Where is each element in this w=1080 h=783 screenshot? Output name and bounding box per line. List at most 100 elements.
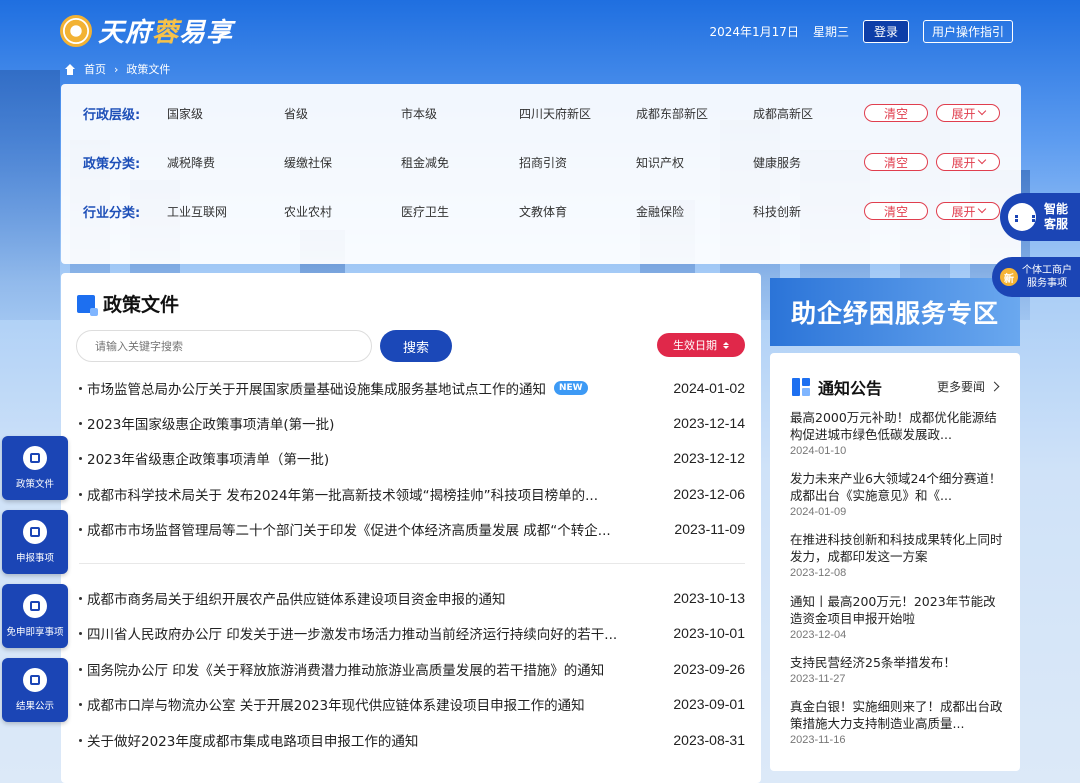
bullet-icon: [79, 386, 82, 390]
policy-list-header: 政策文件: [77, 290, 179, 317]
policy-row[interactable]: 2023年国家级惠企政策事项清单(第一批) 2023-12-14: [79, 411, 745, 435]
expand-button[interactable]: 展开: [936, 153, 1000, 171]
expand-label: 展开: [951, 106, 976, 121]
user-guide-button[interactable]: 用户操作指引: [922, 20, 1013, 43]
left-nav-results-publicity[interactable]: 结果公示: [2, 658, 68, 722]
policy-title[interactable]: 市场监管总局办公厅关于开展国家质量基础设施集成服务基地试点工作的通知: [87, 378, 546, 398]
search-input[interactable]: [76, 330, 372, 362]
more-news-link[interactable]: 更多要闻: [937, 378, 1000, 395]
chat-bubble-icon: [1008, 203, 1036, 231]
notice-item[interactable]: 通知丨最高200万元！2023年节能改造资金项目申报开始啦 2023-12-04: [790, 593, 1005, 641]
notice-title: 通知公告: [818, 379, 883, 398]
notice-item[interactable]: 最高2000万元补助！成都优化能源结构促进城市绿色低碳发展政... 2024-0…: [790, 409, 1005, 457]
policy-title[interactable]: 成都市市场监督管理局等二十个部门关于印发《促进个体经济高质量发展 成都“个转企.…: [87, 519, 611, 539]
expand-button[interactable]: 展开: [936, 104, 1000, 122]
clear-button[interactable]: 清空: [864, 202, 928, 220]
clear-button[interactable]: 清空: [864, 104, 928, 122]
filter-option[interactable]: 科技创新: [753, 203, 801, 220]
chevron-down-icon: [977, 106, 986, 116]
notice-item-date: 2023-11-16: [790, 734, 846, 746]
filter-option[interactable]: 缓缴社保: [284, 154, 332, 171]
login-button[interactable]: 登录: [862, 20, 909, 43]
policy-title[interactable]: 成都市商务局关于组织开展农产品供应链体系建设项目资金申报的通知: [87, 588, 506, 608]
notice-item[interactable]: 在推进科技创新和科技成果转化上同时发力，成都印发这一方案 2023-12-08: [790, 531, 1005, 579]
policy-row[interactable]: 四川省人民政府办公厅 印发关于进一步激发市场活力推动当前经济运行持续向好的若干.…: [79, 621, 745, 645]
filter-option[interactable]: 成都东部新区: [636, 105, 708, 122]
notice-item-title[interactable]: 发力未来产业6大领域24个细分赛道！成都出台《实施意见》和《...: [790, 470, 1005, 504]
filter-panel: 行政层级: 国家级 省级 市本级 四川天府新区 成都东部新区 成都高新区 清空 …: [61, 84, 1021, 264]
clear-button[interactable]: 清空: [864, 153, 928, 171]
breadcrumb-home[interactable]: 首页: [84, 61, 106, 77]
left-nav-policy-files[interactable]: 政策文件: [2, 436, 68, 500]
filter-option[interactable]: 市本级: [401, 105, 437, 122]
bullet-icon: [79, 738, 82, 742]
policy-title[interactable]: 2023年省级惠企政策事项清单（第一批): [87, 448, 329, 468]
smart-customer-service-button[interactable]: 智能 客服: [1000, 193, 1080, 241]
notice-item-date: 2023-11-27: [790, 673, 846, 685]
filter-option[interactable]: 租金减免: [401, 154, 449, 171]
relief-service-banner[interactable]: 助企纾困服务专区: [770, 278, 1020, 346]
notice-item-date: 2024-01-09: [790, 506, 847, 518]
current-date: 2024年1月17日: [709, 25, 799, 39]
home-icon[interactable]: [64, 63, 76, 75]
filter-option[interactable]: 国家级: [167, 105, 203, 122]
policy-row[interactable]: 成都市口岸与物流办公室 关于开展2023年现代供应链体系建设项目申报工作的通知 …: [79, 692, 745, 716]
filter-option[interactable]: 医疗卫生: [401, 203, 449, 220]
sort-label: 生效日期: [673, 339, 717, 352]
site-header: 天府蓉易享 2024年1月17日 星期三 登录 用户操作指引: [0, 0, 1080, 60]
individual-business-label: 个体工商户 服务事项: [1022, 265, 1072, 289]
policy-title[interactable]: 国务院办公厅 印发《关于释放旅游消费潜力推动旅游业高质量发展的若干措施》的通知: [87, 659, 604, 679]
notice-item-title[interactable]: 在推进科技创新和科技成果转化上同时发力，成都印发这一方案: [790, 531, 1005, 565]
filter-option[interactable]: 文教体育: [519, 203, 567, 220]
notice-item-title[interactable]: 通知丨最高200万元！2023年节能改造资金项目申报开始啦: [790, 593, 1005, 627]
logo-mark-icon: [60, 14, 92, 47]
filter-option[interactable]: 四川天府新区: [519, 105, 591, 122]
policy-files-icon: [23, 446, 47, 470]
policy-title[interactable]: 2023年国家级惠企政策事项清单(第一批): [87, 413, 334, 433]
expand-button[interactable]: 展开: [936, 202, 1000, 220]
left-nav-label: 政策文件: [15, 479, 54, 490]
notice-item[interactable]: 真金白银！实施细则来了！成都出台政策措施大力支持制造业高质量... 2023-1…: [790, 698, 1005, 746]
policy-row[interactable]: 关于做好2023年度成都市集成电路项目申报工作的通知 2023-08-31: [79, 728, 745, 752]
individual-business-service-button[interactable]: 新 个体工商户 服务事项: [992, 257, 1080, 297]
search-button[interactable]: 搜索: [380, 330, 452, 362]
policy-row[interactable]: 成都市科学技术局关于 发布2024年第一批高新技术领域“揭榜挂帅”科技项目榜单的…: [79, 482, 745, 506]
policy-date: 2023-12-12: [673, 450, 745, 466]
breadcrumb: 首页 › 政策文件: [64, 61, 170, 77]
left-nav-application-items[interactable]: 申报事项: [2, 510, 68, 574]
filter-option[interactable]: 招商引资: [519, 154, 567, 171]
notice-item-title[interactable]: 支持民营经济25条举措发布！: [790, 654, 1005, 671]
exempt-items-icon: [23, 594, 47, 618]
filter-option[interactable]: 工业互联网: [167, 203, 227, 220]
notice-item[interactable]: 支持民营经济25条举措发布！ 2023-11-27: [790, 654, 1005, 685]
filter-option[interactable]: 农业农村: [284, 203, 332, 220]
filter-option[interactable]: 金融保险: [636, 203, 684, 220]
notice-panel: 通知公告 更多要闻 最高2000万元补助！成都优化能源结构促进城市绿色低碳发展政…: [770, 353, 1020, 771]
policy-title[interactable]: 成都市科学技术局关于 发布2024年第一批高新技术领域“揭榜挂帅”科技项目榜单的…: [87, 484, 598, 504]
policy-row[interactable]: 成都市市场监督管理局等二十个部门关于印发《促进个体经济高质量发展 成都“个转企.…: [79, 517, 745, 541]
notice-item[interactable]: 发力未来产业6大领域24个细分赛道！成都出台《实施意见》和《... 2024-0…: [790, 470, 1005, 518]
policy-title[interactable]: 四川省人民政府办公厅 印发关于进一步激发市场活力推动当前经济运行持续向好的若干.…: [87, 623, 617, 643]
filter-option[interactable]: 知识产权: [636, 154, 684, 171]
expand-label: 展开: [951, 204, 976, 219]
policy-row[interactable]: 国务院办公厅 印发《关于释放旅游消费潜力推动旅游业高质量发展的若干措施》的通知 …: [79, 657, 745, 681]
list-divider: [79, 563, 745, 564]
bullet-icon: [79, 456, 82, 460]
filter-option[interactable]: 成都高新区: [753, 105, 813, 122]
left-nav-exempt-items[interactable]: 免申即享事项: [2, 584, 68, 648]
notice-item-title[interactable]: 最高2000万元补助！成都优化能源结构促进城市绿色低碳发展政...: [790, 409, 1005, 443]
policy-row[interactable]: 成都市商务局关于组织开展农产品供应链体系建设项目资金申报的通知 2023-10-…: [79, 586, 745, 610]
notice-item-title[interactable]: 真金白银！实施细则来了！成都出台政策措施大力支持制造业高质量...: [790, 698, 1005, 732]
policy-title[interactable]: 成都市口岸与物流办公室 关于开展2023年现代供应链体系建设项目申报工作的通知: [87, 694, 585, 714]
bullet-icon: [79, 702, 82, 706]
site-logo[interactable]: 天府蓉易享: [60, 12, 233, 49]
policy-title[interactable]: 关于做好2023年度成都市集成电路项目申报工作的通知: [87, 730, 418, 750]
filter-option[interactable]: 省级: [284, 105, 308, 122]
policy-row[interactable]: 市场监管总局办公厅关于开展国家质量基础设施集成服务基地试点工作的通知 NEW 2…: [79, 376, 745, 400]
filter-option[interactable]: 减税降费: [167, 154, 215, 171]
notice-item-date: 2024-01-10: [790, 445, 847, 457]
bullet-icon: [79, 631, 82, 635]
filter-option[interactable]: 健康服务: [753, 154, 801, 171]
policy-row[interactable]: 2023年省级惠企政策事项清单（第一批) 2023-12-12: [79, 446, 745, 470]
sort-by-date-button[interactable]: 生效日期: [657, 333, 745, 357]
